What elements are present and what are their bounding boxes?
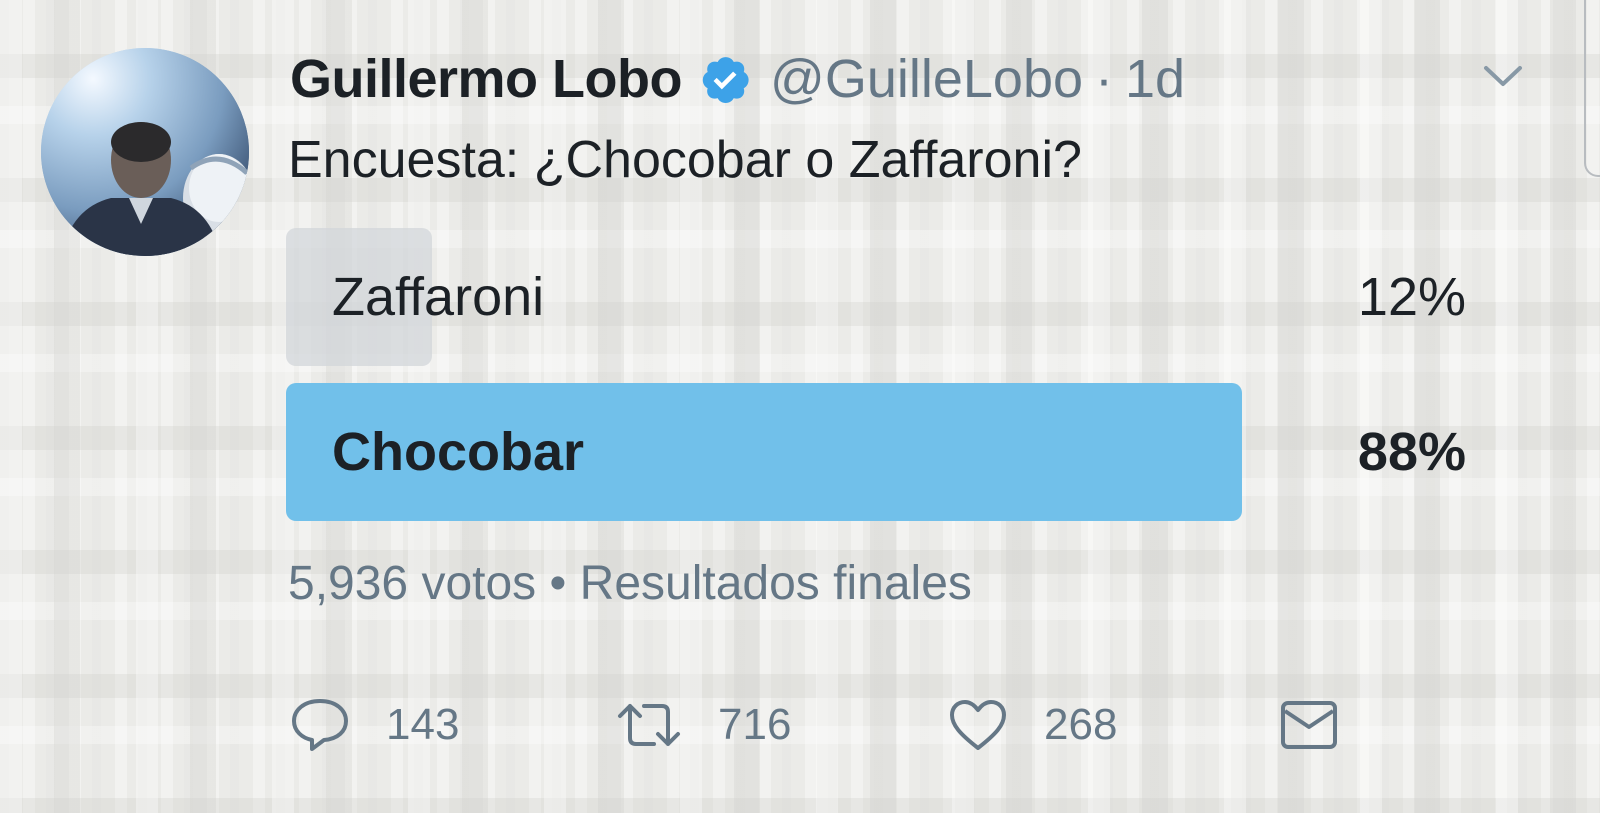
envelope-icon <box>1281 701 1337 749</box>
tweet-header: Guillermo Lobo @GuilleLobo · 1d <box>290 44 1185 114</box>
poll-option-percent: 88% <box>1357 422 1466 482</box>
retweet-count: 716 <box>718 700 792 749</box>
poll-option-label: Zaffaroni <box>332 267 545 327</box>
chevron-down-icon[interactable] <box>1482 62 1524 92</box>
like-button[interactable]: 268 <box>948 690 1117 760</box>
verified-badge-icon <box>698 52 752 106</box>
like-count: 268 <box>1044 700 1118 749</box>
tweet-actions: 143 716 268 <box>290 690 1350 760</box>
tweet-card[interactable]: Guillermo Lobo @GuilleLobo · 1d Encuesta… <box>0 0 1600 813</box>
poll-option-zaffaroni: Zaffaroni 12% <box>286 228 1466 366</box>
message-button[interactable] <box>1280 690 1338 760</box>
header-separator: · <box>1095 49 1113 109</box>
retweet-icon <box>618 704 680 746</box>
poll-option-label: Chocobar <box>332 422 585 482</box>
heart-icon <box>950 700 1006 750</box>
avatar[interactable] <box>41 48 249 256</box>
poll-option-chocobar: Chocobar 88% <box>286 383 1466 521</box>
reply-icon <box>292 699 348 751</box>
poll-meta: 5,936 votos • Resultados finales <box>288 557 972 610</box>
avatar-image <box>41 48 249 256</box>
reply-count: 143 <box>386 700 460 749</box>
poll-option-percent: 12% <box>1357 267 1466 327</box>
scroll-edge <box>1584 0 1600 177</box>
retweet-button[interactable]: 716 <box>616 690 791 760</box>
tweet-text: Encuesta: ¿Chocobar o Zaffaroni? <box>288 131 1082 189</box>
author-name[interactable]: Guillermo Lobo <box>290 48 683 110</box>
reply-button[interactable]: 143 <box>290 690 459 760</box>
tweet-timestamp[interactable]: 1d <box>1125 48 1185 110</box>
author-handle[interactable]: @GuilleLobo <box>770 48 1083 110</box>
